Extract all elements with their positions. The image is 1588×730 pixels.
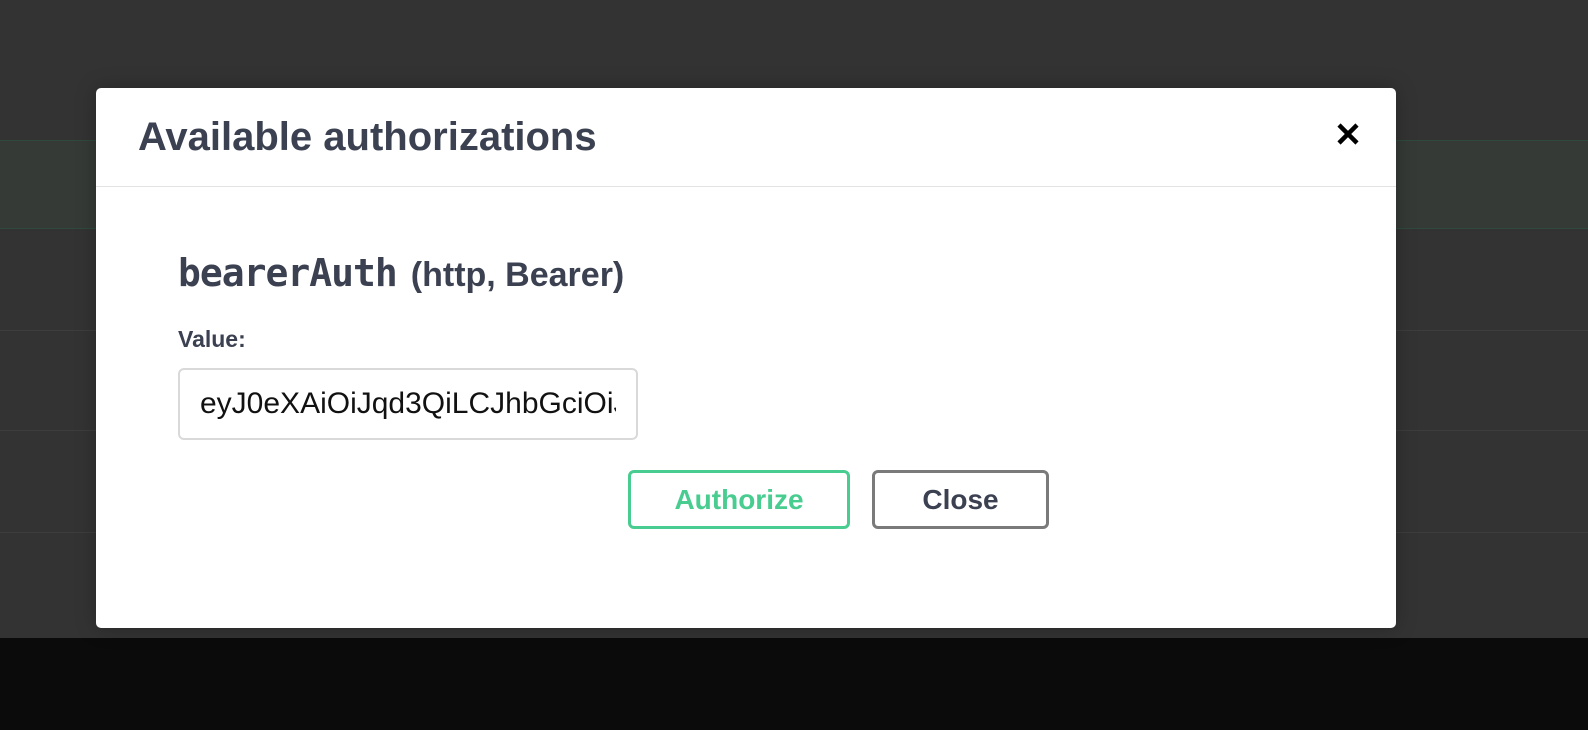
bearer-token-input[interactable] bbox=[178, 368, 638, 440]
auth-scheme-type: (http, Bearer) bbox=[410, 256, 625, 294]
close-icon bbox=[1337, 123, 1359, 145]
auth-scheme-name: bearerAuth bbox=[178, 251, 398, 295]
value-label: Value: bbox=[178, 326, 246, 352]
dialog-title: Available authorizations bbox=[138, 115, 597, 159]
dialog-body: bearerAuth (http, Bearer) Value: Authoriz… bbox=[178, 248, 1356, 529]
dialog-header: Available authorizations bbox=[96, 88, 1396, 187]
authorize-button[interactable]: Authorize bbox=[628, 470, 850, 529]
close-button[interactable]: Close bbox=[872, 470, 1049, 529]
close-icon-button[interactable] bbox=[1330, 116, 1366, 152]
auth-scheme-heading: bearerAuth (http, Bearer) bbox=[178, 248, 1356, 298]
authorization-dialog: Available authorizations bearerAuth (http… bbox=[96, 88, 1396, 628]
